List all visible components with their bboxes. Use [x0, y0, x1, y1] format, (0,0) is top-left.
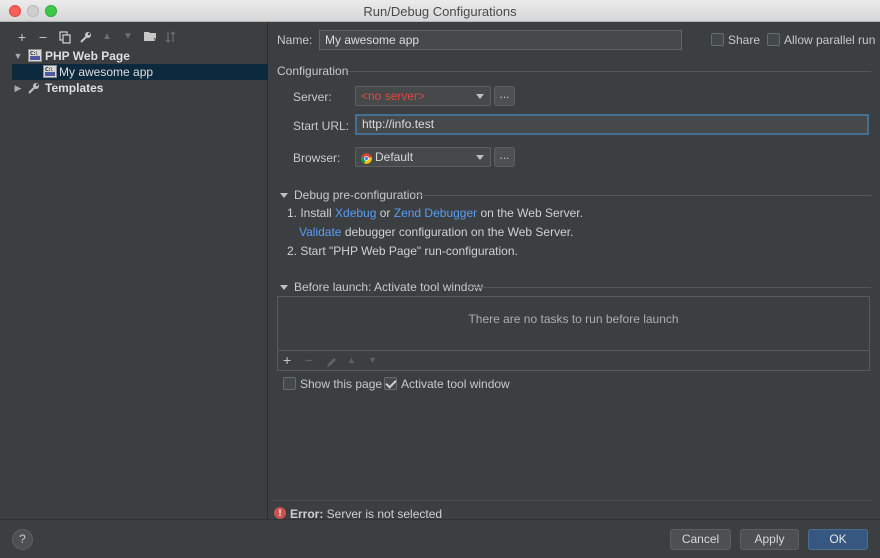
zend-debugger-link[interactable]: Zend Debugger	[394, 206, 477, 220]
share-label: Share	[728, 33, 761, 47]
collapse-before-launch-icon[interactable]	[280, 285, 288, 290]
before-launch-title: Before launch: Activate tool window	[294, 280, 483, 294]
activate-tool-window-checkbox[interactable]	[384, 377, 397, 390]
pencil-icon[interactable]	[326, 355, 337, 371]
tasks-toolbar: + − ▲ ▼	[278, 350, 869, 370]
browser-combobox[interactable]: Default	[355, 147, 491, 167]
sort-icon[interactable]	[163, 28, 179, 46]
wrench-icon[interactable]	[78, 28, 94, 46]
browser-browse-button[interactable]: ...	[494, 147, 515, 167]
apply-button[interactable]: Apply	[740, 529, 799, 550]
step1-prefix: 1. Install	[287, 206, 336, 220]
php-web-page-icon: C:\	[43, 65, 57, 78]
show-this-page-label: Show this page	[300, 377, 383, 391]
dialog-button-bar: ? Cancel Apply OK	[0, 519, 880, 558]
sidebar-toolbar: + − ▲ ▼	[12, 28, 268, 46]
chevron-down-icon	[476, 155, 484, 160]
configuration-section-title: Configuration	[277, 64, 349, 78]
activate-tool-window-label: Activate tool window	[401, 377, 510, 391]
name-label: Name:	[277, 33, 313, 47]
xdebug-link[interactable]: Xdebug	[335, 206, 376, 220]
debug-step-2: 2. Start "PHP Web Page" run-configuratio…	[287, 244, 518, 258]
chrome-icon	[361, 151, 372, 165]
server-combobox[interactable]: <no server>	[355, 86, 491, 106]
start-url-field[interactable]: http://info.test	[355, 114, 869, 135]
debug-preconfig-title: Debug pre-configuration	[294, 188, 423, 202]
step1-or: or	[376, 206, 394, 220]
tree-item-label: My awesome app	[59, 65, 154, 79]
expand-arrow-icon[interactable]: ▼	[13, 48, 23, 64]
debug-preconfig-separator	[415, 195, 871, 196]
move-down-icon[interactable]: ▼	[368, 355, 377, 365]
collapse-arrow-icon[interactable]: ▶	[13, 80, 23, 96]
configuration-editor: Name: My awesome app Share Allow paralle…	[269, 22, 880, 521]
copy-icon[interactable]	[57, 28, 73, 46]
before-launch-separator	[467, 287, 871, 288]
tree-templates-label: Templates	[45, 81, 104, 95]
chevron-down-icon	[476, 94, 484, 99]
folder-icon[interactable]	[142, 28, 158, 46]
browser-label: Browser:	[293, 151, 341, 165]
collapse-debug-preconfig-icon[interactable]	[280, 193, 288, 198]
share-checkbox[interactable]	[711, 33, 724, 46]
validate-suffix: debugger configuration on the Web Server…	[341, 225, 574, 239]
tree-item-my-awesome-app[interactable]: C:\ My awesome app	[12, 64, 268, 80]
cancel-button[interactable]: Cancel	[670, 529, 731, 550]
step1-suffix: on the Web Server.	[477, 206, 583, 220]
plus-icon[interactable]: +	[14, 28, 30, 46]
ok-button[interactable]: OK	[808, 529, 868, 550]
validate-line: Validate debugger configuration on the W…	[299, 225, 573, 239]
allow-parallel-run-label: Allow parallel run	[784, 33, 876, 47]
show-this-page-checkbox[interactable]	[283, 377, 296, 390]
configurations-sidebar: + − ▲ ▼ ▼ C:\ PHP Web Page C:\ My awesom…	[12, 22, 268, 519]
server-value: <no server>	[361, 89, 426, 103]
server-browse-button[interactable]: ...	[494, 86, 515, 106]
validate-link[interactable]: Validate	[299, 225, 341, 239]
debug-step-1: 1. Install Xdebug or Zend Debugger on th…	[287, 206, 583, 220]
tree-group-php-web-page[interactable]: ▼ C:\ PHP Web Page	[12, 48, 268, 64]
name-field[interactable]: My awesome app	[319, 30, 682, 50]
move-up-icon[interactable]: ▲	[347, 355, 356, 365]
allow-parallel-run-checkbox[interactable]	[767, 33, 780, 46]
server-label: Server:	[293, 90, 332, 104]
help-button[interactable]: ?	[12, 529, 33, 550]
error-icon: !	[274, 507, 286, 519]
error-separator	[273, 500, 871, 501]
no-tasks-message: There are no tasks to run before launch	[468, 312, 679, 326]
minus-icon[interactable]: −	[35, 28, 51, 46]
plus-icon[interactable]: +	[283, 352, 291, 368]
window-title: Run/Debug Configurations	[363, 4, 517, 19]
configuration-separator	[348, 71, 871, 72]
minus-icon[interactable]: −	[305, 352, 313, 368]
browser-value: Default	[375, 150, 414, 164]
tree-group-label: PHP Web Page	[45, 49, 130, 63]
tree-group-templates[interactable]: ▶ Templates	[12, 80, 268, 96]
start-url-label: Start URL:	[293, 119, 350, 133]
title-bar: Run/Debug Configurations	[0, 0, 880, 22]
wrench-icon	[28, 82, 42, 98]
before-launch-tasks-panel: There are no tasks to run before launch …	[277, 296, 870, 371]
move-down-icon[interactable]: ▼	[120, 28, 136, 46]
move-up-icon[interactable]: ▲	[99, 28, 115, 46]
php-web-page-icon: C:\	[28, 49, 42, 62]
